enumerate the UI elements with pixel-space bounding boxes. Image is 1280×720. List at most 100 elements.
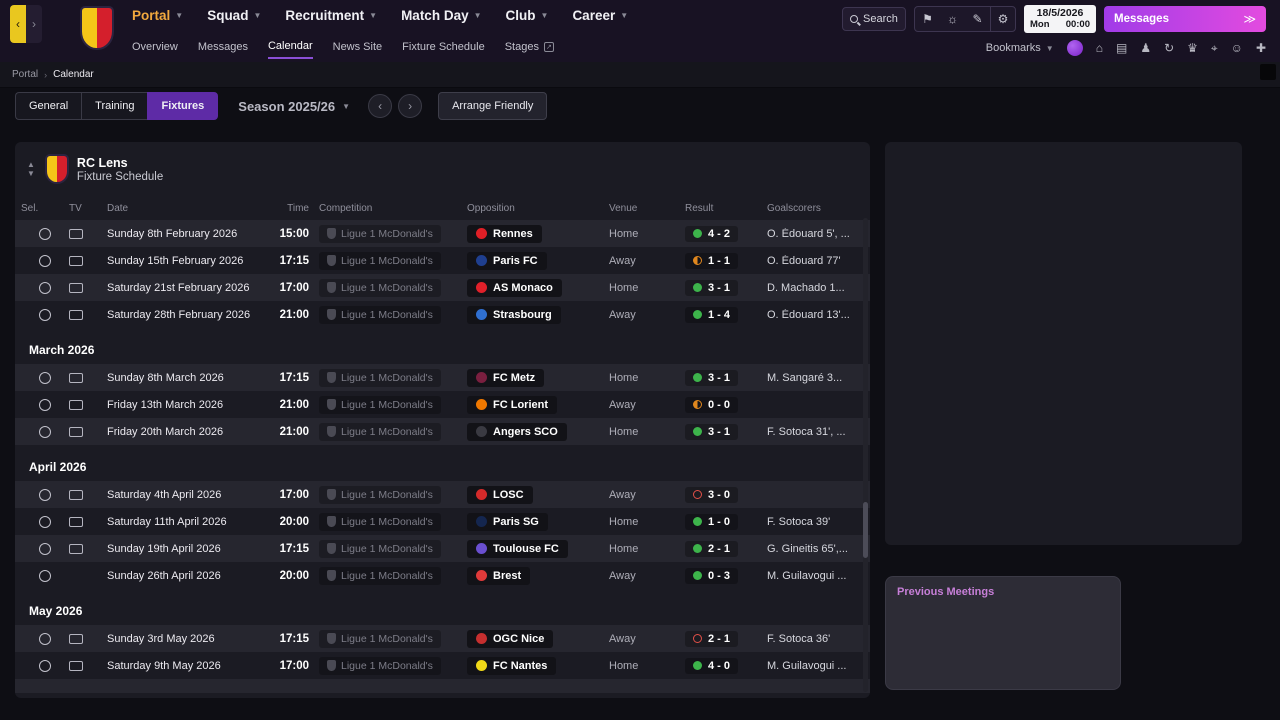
fixture-row[interactable]: Saturday 4th April 2026 17:00 Ligue 1 Mc… — [15, 481, 870, 508]
select-radio[interactable] — [39, 542, 51, 555]
fixture-row[interactable]: Sunday 3rd May 2026 17:15 Ligue 1 McDona… — [15, 625, 870, 652]
inbox-icon[interactable]: ▤ — [1116, 40, 1127, 56]
opposition-team[interactable]: Brest — [467, 566, 531, 585]
select-radio[interactable] — [39, 254, 51, 267]
tactics-icon[interactable]: ♟ — [1140, 40, 1151, 56]
stadium-icon[interactable]: ⌂ — [1096, 40, 1103, 56]
opposition-team[interactable]: Rennes — [467, 224, 542, 243]
select-radio[interactable] — [39, 659, 51, 672]
sync-icon[interactable]: ↻ — [1164, 40, 1174, 56]
result-chip[interactable]: 2 - 1 — [685, 630, 739, 647]
select-radio[interactable] — [39, 281, 51, 294]
opposition-team[interactable]: FC Lorient — [467, 395, 557, 414]
season-next-button[interactable]: › — [398, 94, 423, 118]
main-nav-item[interactable]: Career ▼ — [572, 8, 628, 23]
fixture-row[interactable]: Saturday 11th April 2026 20:00 Ligue 1 M… — [15, 508, 870, 535]
select-radio[interactable] — [39, 227, 51, 240]
main-nav-item[interactable]: Recruitment ▼ — [285, 8, 377, 23]
messages-button[interactable]: Messages ≫ — [1104, 6, 1266, 32]
main-nav-item[interactable]: Match Day ▼ — [401, 8, 481, 23]
result-chip[interactable]: 1 - 1 — [685, 252, 739, 269]
result-chip[interactable]: 2 - 1 — [685, 540, 739, 557]
column-header[interactable]: Competition — [319, 203, 467, 214]
season-selector[interactable]: Season 2025/26 ▼ — [238, 99, 350, 114]
result-chip[interactable]: 4 - 2 — [685, 225, 739, 242]
sub-nav-item[interactable]: Calendar — [267, 40, 313, 59]
bulb-icon[interactable]: ☼ — [940, 7, 965, 31]
season-prev-button[interactable]: ‹ — [368, 94, 393, 118]
main-nav-item[interactable]: Portal ▼ — [132, 8, 183, 23]
competition-icon[interactable]: ♛ — [1187, 40, 1198, 56]
column-header[interactable]: Time — [267, 203, 319, 214]
opposition-team[interactable]: OGC Nice — [467, 629, 554, 648]
opposition-team[interactable]: Paris SG — [467, 512, 548, 531]
squad-icon[interactable]: ☺ — [1231, 40, 1243, 56]
search-input[interactable]: Search — [842, 7, 906, 31]
opposition-team[interactable]: AS Monaco — [467, 278, 562, 297]
result-chip[interactable]: 3 - 0 — [685, 486, 739, 503]
fixture-row[interactable]: Friday 20th March 2026 21:00 Ligue 1 McD… — [15, 418, 870, 445]
opposition-team[interactable]: Strasbourg — [467, 305, 561, 324]
fixture-row[interactable]: Saturday 28th February 2026 21:00 Ligue … — [15, 301, 870, 328]
chevron-down-icon[interactable]: ▼ — [27, 169, 35, 178]
fixture-row[interactable]: Saturday 9th May 2026 17:00 Ligue 1 McDo… — [15, 652, 870, 679]
select-radio[interactable] — [39, 425, 51, 438]
club-crest-icon[interactable] — [80, 6, 114, 50]
sub-nav-item[interactable]: Overview — [132, 40, 178, 59]
settings-gear-icon[interactable]: ⚙ — [990, 7, 1015, 31]
result-chip[interactable]: 3 - 1 — [685, 279, 739, 296]
result-chip[interactable]: 1 - 0 — [685, 513, 739, 530]
column-header[interactable]: Opposition — [467, 203, 609, 214]
fixture-row[interactable]: Sunday 26th April 2026 20:00 Ligue 1 McD… — [15, 562, 870, 589]
opposition-team[interactable]: Paris FC — [467, 251, 547, 270]
back-button[interactable]: ‹ — [10, 5, 26, 43]
result-chip[interactable]: 3 - 1 — [685, 423, 739, 440]
result-chip[interactable]: 0 - 3 — [685, 567, 739, 584]
sub-nav-item[interactable]: Messages — [198, 40, 248, 59]
tab-general[interactable]: General — [15, 92, 82, 120]
sub-nav-item[interactable]: Fixture Schedule — [402, 40, 485, 59]
select-radio[interactable] — [39, 632, 51, 645]
sub-nav-item[interactable]: News Site — [333, 40, 383, 59]
forward-button[interactable]: › — [26, 5, 42, 43]
select-radio[interactable] — [39, 371, 51, 384]
opposition-team[interactable]: FC Metz — [467, 368, 545, 387]
opposition-team[interactable]: LOSC — [467, 485, 533, 504]
opposition-team[interactable]: Toulouse FC — [467, 539, 568, 558]
column-header[interactable]: Goalscorers — [767, 203, 870, 214]
pencil-icon[interactable]: ✎ — [965, 7, 990, 31]
column-header[interactable]: Sel. — [21, 203, 69, 214]
scouting-icon[interactable]: ⌖ — [1211, 40, 1218, 56]
column-header[interactable]: Date — [107, 203, 267, 214]
opposition-team[interactable]: FC Nantes — [467, 656, 557, 675]
select-radio[interactable] — [39, 569, 51, 582]
result-chip[interactable]: 1 - 4 — [685, 306, 739, 323]
select-radio[interactable] — [39, 515, 51, 528]
opposition-team[interactable]: Angers SCO — [467, 422, 567, 441]
fixture-row[interactable]: Sunday 8th February 2026 15:00 Ligue 1 M… — [15, 220, 870, 247]
flag-icon[interactable]: ⚑ — [915, 7, 940, 31]
select-radio[interactable] — [39, 308, 51, 321]
scrollbar-track[interactable] — [863, 218, 868, 692]
chevron-up-icon[interactable]: ▲ — [27, 160, 35, 169]
result-chip[interactable]: 3 - 1 — [685, 369, 739, 386]
result-chip[interactable]: 0 - 0 — [685, 396, 739, 413]
fixture-row[interactable]: Sunday 15th February 2026 17:15 Ligue 1 … — [15, 247, 870, 274]
select-radio[interactable] — [39, 398, 51, 411]
tab-fixtures[interactable]: Fixtures — [147, 92, 219, 120]
profile-icon[interactable] — [1066, 40, 1083, 56]
select-radio[interactable] — [39, 488, 51, 501]
column-header[interactable]: Venue — [609, 203, 685, 214]
main-nav-item[interactable]: Squad ▼ — [207, 8, 261, 23]
main-nav-item[interactable]: Club ▼ — [506, 8, 549, 23]
medical-icon[interactable]: ✚ — [1256, 40, 1266, 56]
scrollbar-thumb[interactable] — [863, 502, 868, 558]
result-chip[interactable]: 4 - 0 — [685, 657, 739, 674]
arrange-friendly-button[interactable]: Arrange Friendly — [438, 92, 548, 120]
bookmarks-dropdown[interactable]: Bookmarks ▼ — [986, 42, 1054, 54]
sub-nav-item[interactable]: Stages ↗ — [505, 40, 554, 59]
tab-training[interactable]: Training — [81, 92, 148, 120]
fixture-row[interactable]: Sunday 8th March 2026 17:15 Ligue 1 McDo… — [15, 364, 870, 391]
column-header[interactable]: Result — [685, 203, 767, 214]
fixture-row[interactable]: Sunday 19th April 2026 17:15 Ligue 1 McD… — [15, 535, 870, 562]
